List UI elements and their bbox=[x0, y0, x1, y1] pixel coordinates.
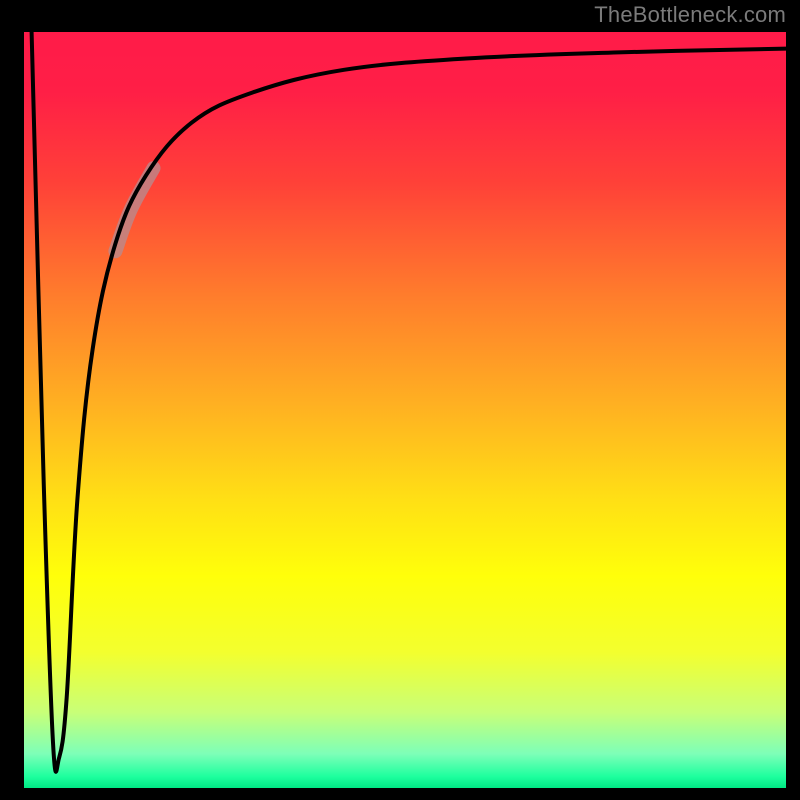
highlight-segment bbox=[115, 168, 153, 251]
curve-layer bbox=[24, 32, 786, 788]
attribution-label: TheBottleneck.com bbox=[594, 2, 786, 28]
main-curve bbox=[32, 32, 786, 772]
chart-stage: TheBottleneck.com bbox=[0, 0, 800, 800]
plot-area bbox=[24, 32, 786, 788]
